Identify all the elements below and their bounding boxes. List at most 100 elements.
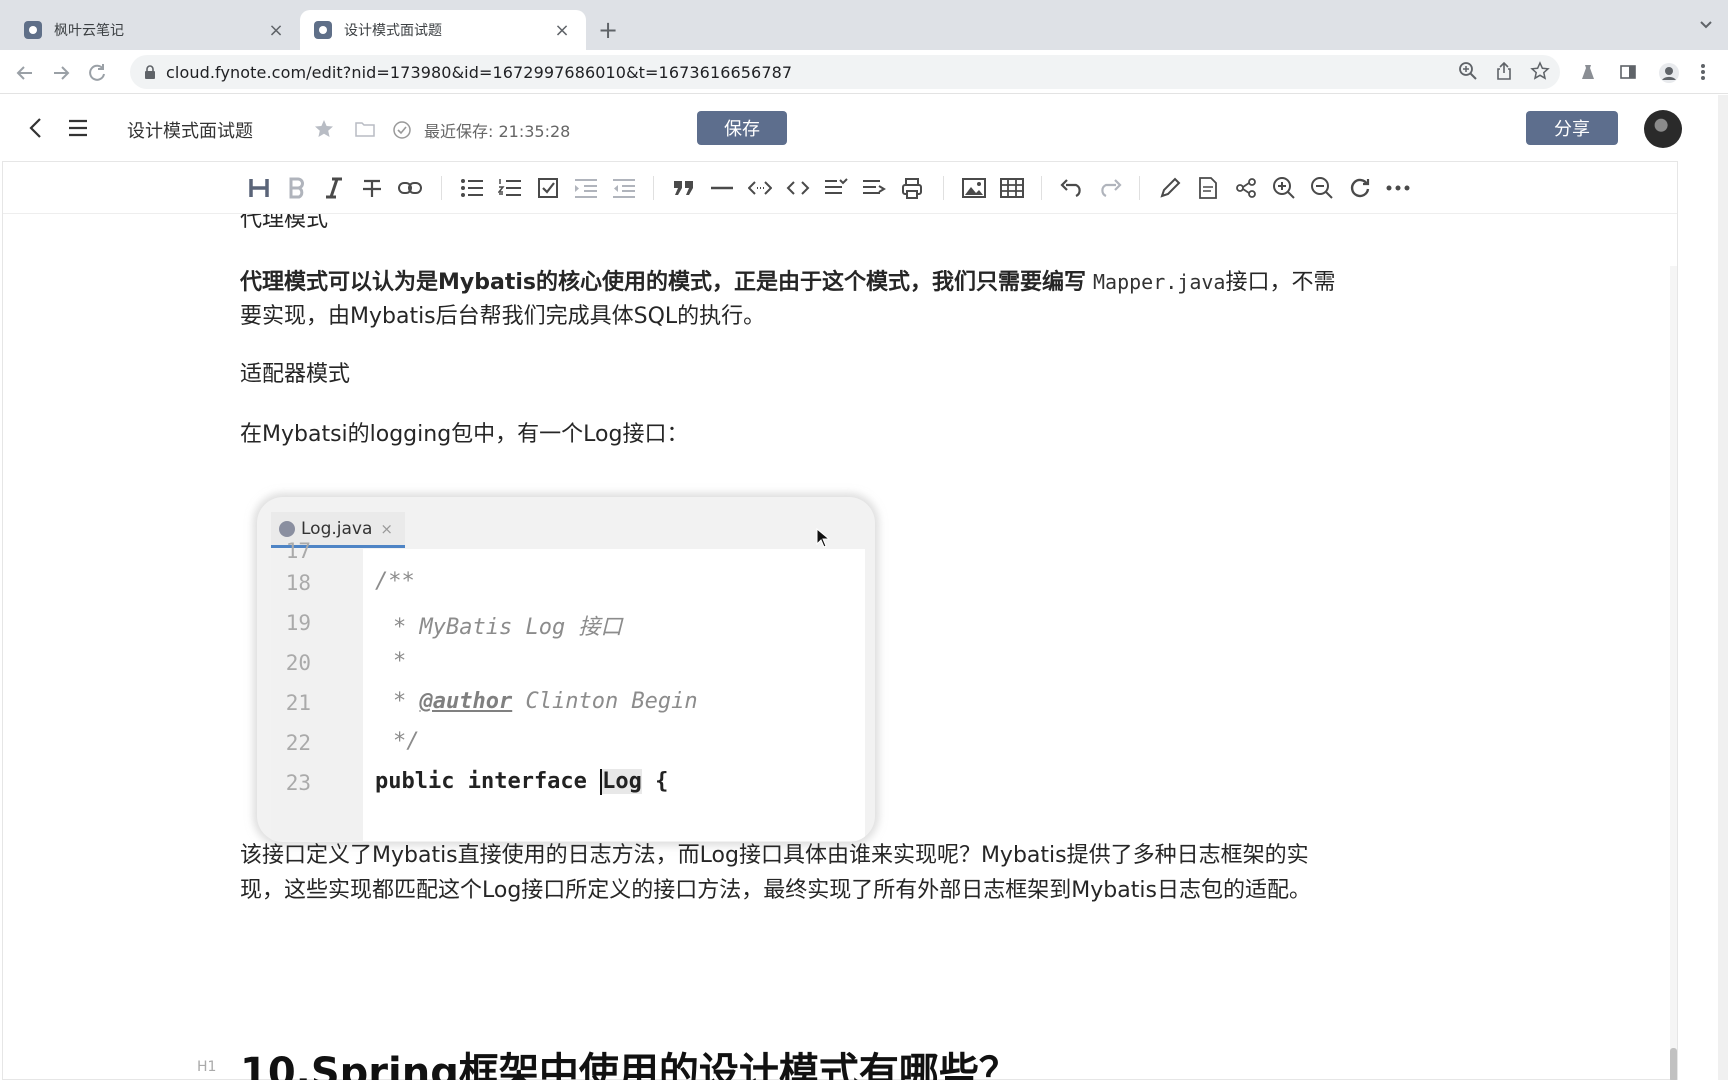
browser-tab-notes[interactable]: 枫叶云笔记 × xyxy=(10,10,300,50)
save-button[interactable]: 保存 xyxy=(697,111,787,145)
table-icon[interactable] xyxy=(999,175,1025,201)
paragraph-logging: 在Mybatsi的logging包中，有一个Log接口： xyxy=(240,422,689,447)
menu-icon[interactable] xyxy=(66,116,90,140)
paragraph-text: 接口，不需 xyxy=(1225,270,1336,295)
inline-code: Mapper.java xyxy=(1092,270,1226,294)
quote-icon[interactable] xyxy=(671,175,697,201)
heading-spring: 10.Spring框架中使用的设计模式有哪些？ xyxy=(240,1050,1019,1080)
redo-icon[interactable] xyxy=(1097,175,1123,201)
italic-icon[interactable] xyxy=(321,175,347,201)
app-favicon-icon xyxy=(314,21,332,39)
url-bar[interactable]: cloud.fynote.com/edit?nid=173980&id=1672… xyxy=(130,55,1560,89)
tab-title: 设计模式面试题 xyxy=(344,23,442,39)
code-token: public interface xyxy=(375,769,587,794)
code-token: Log xyxy=(602,769,642,794)
code-token: * xyxy=(393,689,407,714)
print-icon[interactable] xyxy=(899,175,925,201)
scrollbar-thumb[interactable] xyxy=(1670,1048,1677,1080)
side-panel-icon[interactable] xyxy=(1618,62,1638,84)
app-favicon-icon xyxy=(24,21,42,39)
more-icon[interactable] xyxy=(1385,175,1411,201)
tab-title: 枫叶云笔记 xyxy=(54,23,124,39)
code-inline-icon[interactable] xyxy=(747,175,773,201)
toc-icon[interactable] xyxy=(823,175,849,201)
bookmark-star-icon[interactable] xyxy=(1530,61,1550,81)
back-arrow-icon[interactable] xyxy=(14,62,36,84)
undo-icon[interactable] xyxy=(1059,175,1085,201)
refresh-icon[interactable] xyxy=(1347,175,1373,201)
horizontal-rule-icon[interactable] xyxy=(709,175,735,201)
browser-tab-strip: 枫叶云笔记 × 设计模式面试题 × + xyxy=(0,0,1728,50)
avatar[interactable] xyxy=(1644,110,1682,148)
bold-icon[interactable] xyxy=(284,175,310,201)
toolbar-divider xyxy=(1041,176,1042,200)
code-token: { xyxy=(655,769,669,794)
code-line: */ xyxy=(393,729,420,754)
url-text: cloud.fynote.com/edit?nid=173980&id=1672… xyxy=(166,62,793,82)
file-tab-label: Log.java xyxy=(301,518,373,539)
outdent-icon[interactable] xyxy=(611,175,637,201)
code-line: /** xyxy=(375,569,415,594)
code-line: * @author Clinton Begin xyxy=(393,689,698,714)
line-number: 20 xyxy=(285,651,311,675)
close-icon[interactable]: × xyxy=(552,20,572,41)
profile-icon[interactable] xyxy=(1658,62,1680,84)
zoom-out-icon[interactable] xyxy=(1309,175,1335,201)
extensions-icon[interactable] xyxy=(1578,62,1598,84)
toolbar-divider xyxy=(943,176,944,200)
line-number: 23 xyxy=(285,771,311,795)
new-tab-icon[interactable]: + xyxy=(598,16,618,44)
strikethrough-icon[interactable] xyxy=(359,175,385,201)
checkbox-icon[interactable] xyxy=(535,175,561,201)
forward-arrow-icon[interactable] xyxy=(50,62,72,84)
close-icon[interactable]: × xyxy=(266,20,286,41)
app-header: 设计模式面试题 最近保存: 21:35:28 保存 分享 xyxy=(0,95,1728,161)
pen-icon[interactable] xyxy=(1157,175,1183,201)
link-icon[interactable] xyxy=(397,175,423,201)
close-icon: × xyxy=(380,519,393,538)
editor: 代理模式 代理模式可以认为是Mybatis的核心使用的模式，正是由于这个模式，我… xyxy=(2,161,1678,1080)
reload-icon[interactable] xyxy=(86,62,108,84)
tab-search-icon[interactable] xyxy=(1698,16,1714,32)
code-screenshot-image: Log.java × 17 18 19 20 21 22 23 /** * My… xyxy=(257,497,875,842)
window-edge xyxy=(1718,95,1728,1080)
line-number: 19 xyxy=(285,611,311,635)
code-line: * xyxy=(393,649,407,674)
section-heading-adapter: 适配器模式 xyxy=(240,362,351,387)
browser-tab-design-patterns[interactable]: 设计模式面试题 × xyxy=(300,10,586,50)
code-line: * MyBatis Log 接口 xyxy=(393,615,623,640)
mindmap-icon[interactable] xyxy=(1233,175,1259,201)
zoom-icon[interactable] xyxy=(1458,61,1478,81)
numbered-list-icon[interactable] xyxy=(497,175,523,201)
browser-menu-icon[interactable] xyxy=(1700,62,1706,84)
browser-actions xyxy=(1578,62,1706,84)
line-number: 22 xyxy=(285,731,311,755)
folder-icon[interactable] xyxy=(354,120,376,138)
code-token: @author xyxy=(419,689,513,714)
toolbar-divider xyxy=(1139,176,1140,200)
share-button[interactable]: 分享 xyxy=(1526,111,1618,145)
favorite-star-icon[interactable] xyxy=(313,119,335,139)
editor-toolbar xyxy=(3,162,1677,214)
document-title[interactable]: 设计模式面试题 xyxy=(127,117,253,143)
editor-content[interactable]: 代理模式 代理模式可以认为是Mybatis的核心使用的模式，正是由于这个模式，我… xyxy=(3,214,1677,1080)
ppt-icon[interactable] xyxy=(1195,175,1221,201)
back-icon[interactable] xyxy=(26,116,46,140)
line-number: 21 xyxy=(285,691,311,715)
code-area: 17 18 19 20 21 22 23 /** * MyBatis Log 接… xyxy=(271,539,865,841)
scrollbar-track[interactable] xyxy=(1670,266,1677,1080)
share-page-icon[interactable] xyxy=(1494,61,1514,81)
interface-file-icon xyxy=(279,520,295,537)
lock-icon[interactable] xyxy=(144,65,156,79)
toc-right-icon[interactable] xyxy=(861,175,887,201)
bullet-list-icon[interactable] xyxy=(459,175,485,201)
section-heading-proxy: 代理模式 xyxy=(240,214,329,232)
heading-icon[interactable] xyxy=(246,175,272,201)
indent-icon[interactable] xyxy=(573,175,599,201)
code-line: public interface Log { xyxy=(375,769,668,795)
address-bar-row: cloud.fynote.com/edit?nid=173980&id=1672… xyxy=(0,50,1728,94)
code-token: Clinton Begin xyxy=(525,689,698,714)
code-block-icon[interactable] xyxy=(785,175,811,201)
image-icon[interactable] xyxy=(961,175,987,201)
zoom-in-icon[interactable] xyxy=(1271,175,1297,201)
